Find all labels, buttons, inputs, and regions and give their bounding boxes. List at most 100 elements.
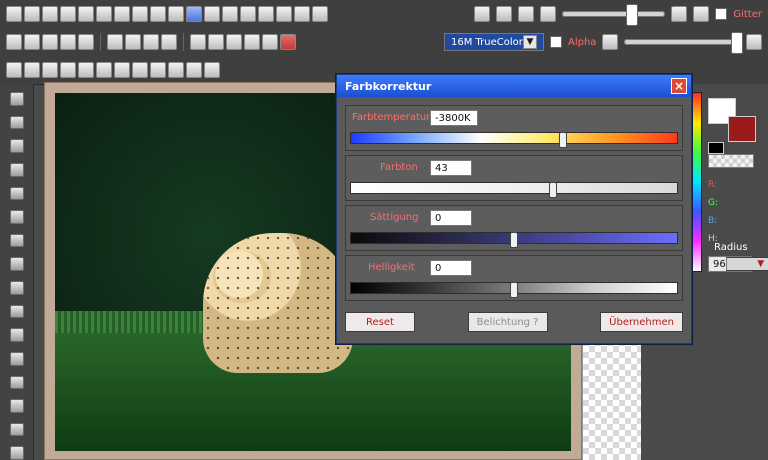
brush-tool-icon[interactable] [9, 210, 24, 224]
gradient-icon[interactable] [186, 6, 202, 22]
transparent-color-swatch[interactable] [708, 154, 754, 168]
chevron-down-icon[interactable]: ▼ [523, 35, 537, 49]
saettigung-value[interactable]: 0 [430, 210, 472, 226]
magic-wand-icon[interactable] [9, 162, 24, 177]
filter-icon[interactable] [132, 6, 148, 22]
minus-icon[interactable] [540, 6, 556, 22]
transform-icon[interactable] [24, 34, 40, 50]
clone-stamp-icon[interactable] [9, 304, 24, 319]
copy-icon[interactable] [60, 34, 76, 50]
line-tool-icon[interactable] [42, 62, 58, 78]
flip-icon[interactable] [258, 6, 274, 22]
reset-button[interactable]: Reset [345, 312, 415, 332]
top-zoom-slider-thumb[interactable] [626, 4, 639, 26]
belichtung-button[interactable]: Belichtung ? [467, 312, 548, 332]
burn-tool-icon[interactable] [9, 351, 24, 366]
new-file-icon[interactable] [24, 6, 40, 22]
paste-icon[interactable] [78, 34, 94, 50]
farbton-thumb[interactable] [549, 182, 557, 198]
crop-tool-icon[interactable] [9, 422, 24, 437]
brush-icon[interactable] [42, 6, 58, 22]
eraser-tool-icon[interactable] [9, 257, 24, 271]
alpha-slider-thumb[interactable] [730, 32, 743, 54]
pencil-icon[interactable] [693, 6, 710, 22]
dodge-tool-icon[interactable] [9, 328, 24, 342]
clone-tool-icon[interactable] [114, 62, 130, 78]
color-wheel-icon[interactable] [6, 6, 22, 22]
rotate-icon[interactable] [240, 6, 256, 22]
radius-dropdown-icon[interactable]: ▼ [725, 257, 768, 271]
redo-icon[interactable] [222, 6, 238, 22]
palette-icon[interactable] [60, 6, 76, 22]
refresh-icon[interactable] [161, 34, 177, 50]
cut-icon[interactable] [42, 34, 58, 50]
fill-icon[interactable] [262, 34, 278, 50]
eyedropper-icon[interactable] [208, 34, 224, 50]
delete-icon[interactable] [280, 34, 296, 50]
alpha-slider[interactable] [624, 32, 743, 54]
move-tool-icon[interactable] [9, 186, 24, 201]
hand-icon[interactable] [518, 6, 534, 22]
color-mode-select[interactable]: 16M TrueColor ▼ [444, 33, 544, 51]
rectangle-tool-icon[interactable] [6, 62, 22, 78]
lasso-icon[interactable] [294, 6, 310, 22]
farbtemperatur-value[interactable]: -3800K [430, 110, 478, 126]
uebernehmen-button[interactable]: Übernehmen [600, 312, 683, 332]
picker-tool-icon[interactable] [96, 62, 112, 78]
top-zoom-slider[interactable] [562, 4, 666, 26]
export-tool-icon[interactable] [204, 62, 220, 78]
minus-icon[interactable] [602, 34, 619, 50]
farbton-value[interactable]: 43 [430, 160, 472, 176]
layers-icon[interactable] [168, 6, 184, 22]
fill-tool-icon[interactable] [78, 62, 94, 78]
saettigung-thumb[interactable] [510, 232, 518, 248]
text-tool-icon[interactable] [9, 375, 24, 390]
helligkeit-value[interactable]: 0 [430, 260, 472, 276]
pen-tool-icon[interactable] [9, 233, 24, 248]
frame-tool-icon[interactable] [168, 62, 184, 78]
distort-icon[interactable] [143, 34, 159, 50]
image-icon[interactable] [78, 6, 94, 22]
effects-icon[interactable] [312, 6, 328, 22]
mirror-icon[interactable] [276, 6, 292, 22]
zoom-tool-icon[interactable] [9, 446, 24, 460]
layout-tool-icon[interactable] [186, 62, 202, 78]
close-icon[interactable]: × [671, 78, 687, 94]
shape-tool-icon[interactable] [9, 399, 24, 413]
zoom-fit-icon[interactable] [474, 6, 490, 22]
mask-icon[interactable] [190, 34, 206, 50]
plus-icon[interactable] [671, 6, 688, 22]
sharpen-tool-icon[interactable] [150, 62, 166, 78]
tree-icon[interactable] [244, 34, 260, 50]
hand-tool-icon[interactable] [9, 92, 24, 106]
dialog-buttons: Reset Belichtung ? Übernehmen [345, 309, 683, 335]
plus-icon[interactable] [746, 34, 762, 50]
background-color-swatch[interactable] [728, 116, 756, 142]
select-icon[interactable] [6, 34, 22, 50]
default-colors-swatch[interactable] [708, 142, 724, 154]
move-icon[interactable] [107, 34, 123, 50]
helligkeit-thumb[interactable] [510, 282, 518, 298]
align-icon[interactable] [125, 34, 141, 50]
text-icon[interactable] [114, 6, 130, 22]
undo-icon[interactable] [204, 6, 220, 22]
brightness-icon[interactable] [226, 34, 242, 50]
section-farbton: Farbton 43 [345, 155, 683, 201]
farbtemperatur-thumb[interactable] [559, 132, 567, 148]
farbton-bar[interactable] [350, 182, 678, 194]
color-spectrum[interactable] [692, 92, 702, 272]
grid-icon[interactable] [96, 6, 112, 22]
text-tool-icon[interactable] [60, 62, 76, 78]
blur-tool-icon[interactable] [132, 62, 148, 78]
gitter-checkbox[interactable] [715, 8, 728, 20]
crop-icon[interactable] [150, 6, 166, 22]
radius-field[interactable]: 96 ▼ [708, 256, 768, 272]
zoom-icon[interactable] [496, 6, 512, 22]
farbtemperatur-bar[interactable] [350, 132, 678, 144]
dialog-titlebar[interactable]: Farbkorrektur × [337, 75, 691, 97]
eyedropper-tool-icon[interactable] [9, 281, 24, 295]
circle-tool-icon[interactable] [24, 62, 40, 78]
lasso-tool-icon[interactable] [9, 139, 24, 153]
select-rect-icon[interactable] [9, 115, 24, 130]
alpha-checkbox[interactable] [550, 36, 562, 48]
